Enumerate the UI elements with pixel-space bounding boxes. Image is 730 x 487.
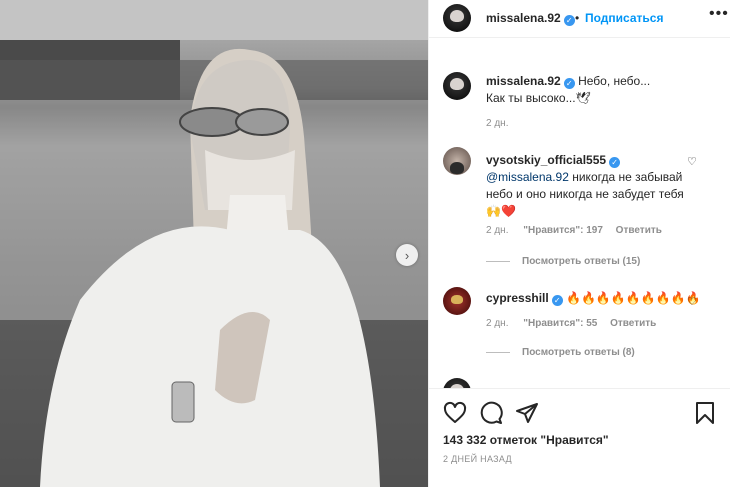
- avatar[interactable]: [443, 4, 471, 32]
- caption-avatar[interactable]: [443, 72, 471, 100]
- view-replies-label: Посмотреть ответы (15): [522, 256, 641, 267]
- comment-meta: 2 дн. "Нравится": 197 Ответить: [486, 225, 662, 236]
- follow-button[interactable]: Подписаться: [585, 11, 663, 25]
- replies-divider: [486, 352, 510, 353]
- comment-time[interactable]: 2 дн.: [486, 225, 508, 236]
- verified-icon: ✓: [563, 15, 575, 26]
- comment-avatar[interactable]: [443, 147, 471, 175]
- comment-like-heart-icon[interactable]: ♡: [687, 295, 697, 308]
- chevron-right-icon: ›: [404, 247, 410, 263]
- author-username-text[interactable]: missalena.92: [486, 11, 561, 25]
- more-options-icon[interactable]: •••: [709, 5, 729, 23]
- comment-avatar[interactable]: [443, 287, 471, 315]
- reply-button[interactable]: Ответить: [610, 318, 656, 329]
- view-replies-button[interactable]: Посмотреть ответы (8): [486, 347, 635, 358]
- view-replies-label: Посмотреть ответы (8): [522, 347, 635, 358]
- comment-like-heart-icon[interactable]: ♡: [687, 155, 697, 168]
- photo-illustration: [0, 0, 428, 487]
- caption-username[interactable]: missalena.92: [486, 74, 561, 88]
- comment-icon[interactable]: [479, 401, 503, 425]
- comment-mention[interactable]: @missalena.92: [486, 170, 569, 184]
- comment-username[interactable]: vysotskiy_official555: [486, 153, 606, 167]
- post-header: missalena.92 ✓ • Подписаться •••: [429, 0, 730, 38]
- heart-icon[interactable]: [443, 401, 467, 425]
- reply-button[interactable]: Ответить: [616, 225, 662, 236]
- caption-text-line2: Как ты высоко...🕊: [486, 91, 591, 105]
- comment-meta: 2 дн. "Нравится": 55 Ответить: [486, 318, 656, 329]
- comment-body: cypresshill ✓ 🔥🔥🔥🔥🔥🔥🔥🔥🔥: [486, 291, 701, 306]
- verified-icon: ✓: [609, 157, 621, 168]
- comment-text: 🔥🔥🔥🔥🔥🔥🔥🔥🔥: [566, 291, 701, 305]
- replies-divider: [486, 261, 510, 262]
- post-date[interactable]: 2 ДНЕЙ НАЗАД: [443, 454, 512, 464]
- caption-text-line1: Небо, небо...: [578, 74, 651, 88]
- next-photo-button[interactable]: ›: [396, 244, 418, 266]
- comment-time[interactable]: 2 дн.: [486, 318, 508, 329]
- comment-likes[interactable]: "Нравится": 197: [523, 225, 603, 236]
- likes-count[interactable]: 143 332 отметок "Нравится": [443, 433, 609, 447]
- separator-dot: •: [575, 11, 580, 25]
- verified-icon: ✓: [563, 78, 575, 89]
- comment-likes[interactable]: "Нравится": 55: [523, 318, 597, 329]
- comment-body: vysotskiy_official555 ✓ @missalena.92 ник…: [486, 152, 686, 220]
- post-actions: 143 332 отметок "Нравится" 2 ДНЕЙ НАЗАД: [429, 388, 730, 487]
- caption: missalena.92 ✓ Небо, небо... Как ты высок…: [486, 73, 716, 107]
- view-replies-button[interactable]: Посмотреть ответы (15): [486, 256, 640, 267]
- author-username[interactable]: missalena.92 ✓: [486, 11, 575, 26]
- post-photo[interactable]: ›: [0, 0, 428, 487]
- verified-icon: ✓: [551, 295, 563, 306]
- share-icon[interactable]: [515, 401, 539, 425]
- post-details-panel: missalena.92 ✓ • Подписаться ••• missalen…: [428, 0, 730, 487]
- comment-username[interactable]: cypresshill: [486, 291, 549, 305]
- caption-timestamp[interactable]: 2 дн.: [486, 118, 508, 129]
- bookmark-icon[interactable]: [693, 401, 717, 425]
